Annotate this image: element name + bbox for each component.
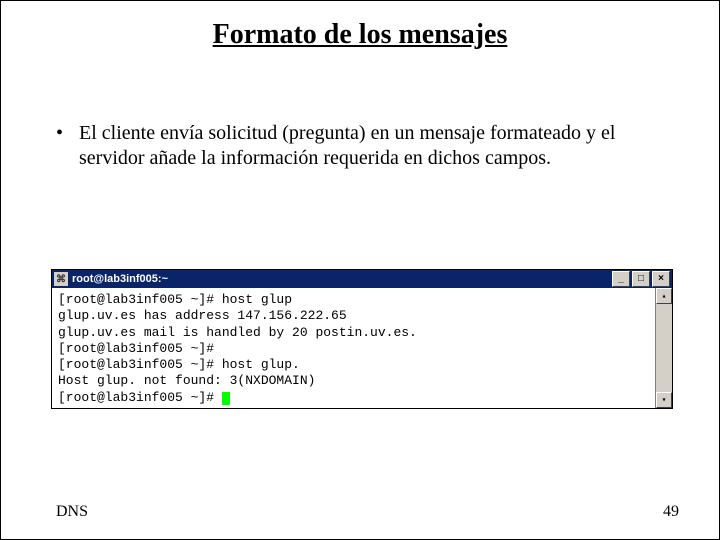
terminal-titlebar: ⌘ root@lab3inf005:~ _ □ × xyxy=(52,270,672,288)
bullet-text: El cliente envía solicitud (pregunta) en… xyxy=(79,121,669,171)
bullet-marker: • xyxy=(56,121,74,146)
scroll-down-button[interactable]: ▾ xyxy=(656,392,672,408)
minimize-button[interactable]: _ xyxy=(612,271,630,287)
scrollbar[interactable]: ▴ ▾ xyxy=(655,288,672,408)
slide-footer: DNS 49 xyxy=(56,503,679,521)
footer-page-number: 49 xyxy=(663,503,679,521)
terminal-window: ⌘ root@lab3inf005:~ _ □ × [root@lab3inf0… xyxy=(51,269,673,409)
terminal-body: [root@lab3inf005 ~]# host glup glup.uv.e… xyxy=(52,288,672,408)
close-button[interactable]: × xyxy=(652,271,670,287)
slide-title: Formato de los mensajes xyxy=(1,19,719,51)
terminal-title: root@lab3inf005:~ xyxy=(72,273,610,285)
terminal-icon: ⌘ xyxy=(54,272,68,286)
scroll-up-button[interactable]: ▴ xyxy=(656,288,672,304)
cursor xyxy=(222,392,230,405)
bullet-item: • El cliente envía solicitud (pregunta) … xyxy=(56,121,679,171)
footer-left: DNS xyxy=(56,503,88,521)
maximize-button[interactable]: □ xyxy=(632,271,650,287)
